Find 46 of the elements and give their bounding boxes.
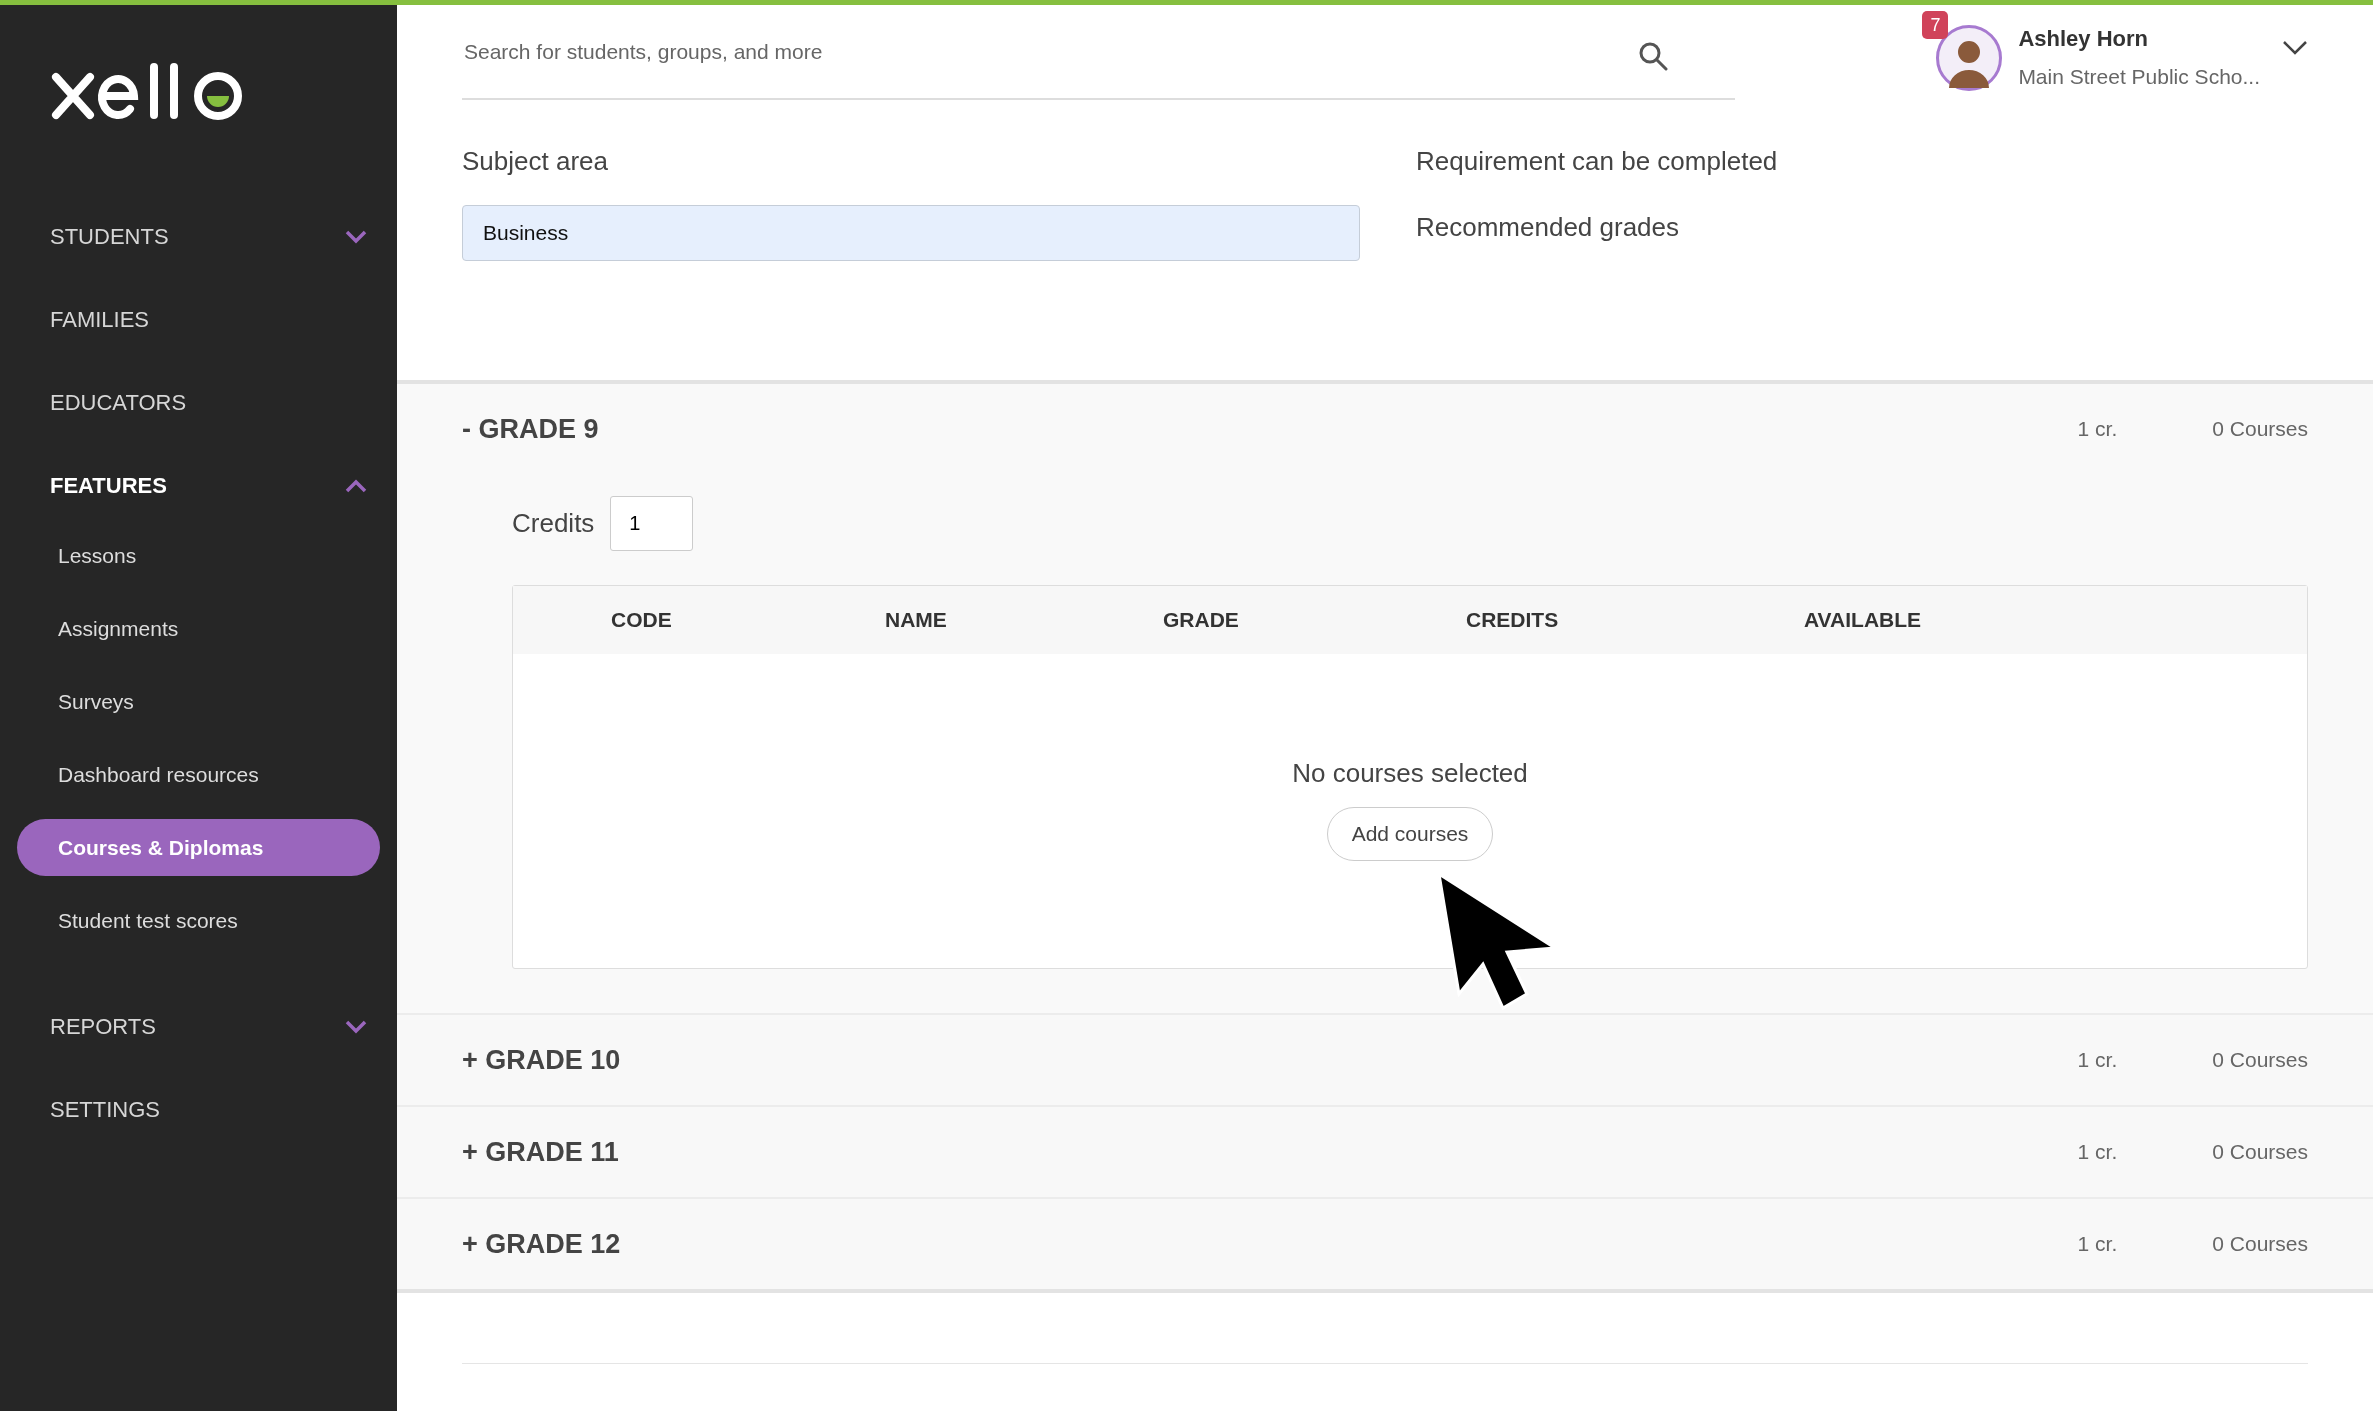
credits-label: Credits [512, 507, 595, 540]
credit-total: 1 cr. [2077, 416, 2118, 443]
credit-total: 1 cr. [2077, 1139, 2118, 1166]
field-label: Subject area [462, 145, 609, 178]
nav-subitem[interactable]: Dashboard resources [17, 746, 380, 803]
credit-total: 1 cr. [2077, 1047, 2118, 1074]
field-label: Requirement can be completed [1416, 145, 1778, 178]
column-header: CREDITS [1466, 607, 1560, 634]
search-icon[interactable] [1638, 41, 1668, 71]
nav-item[interactable]: FAMILIES [0, 278, 397, 361]
grade-toggle[interactable]: + GRADE 11 [462, 1131, 619, 1173]
column-header: GRADE [1163, 607, 1240, 634]
notification-badge[interactable]: 7 [1922, 10, 1949, 39]
grade-toggle[interactable]: - GRADE 9 [462, 408, 599, 450]
add-courses-button[interactable]: Add courses [1326, 807, 1494, 861]
chevron-down-icon [345, 1019, 367, 1034]
search-field[interactable]: Search for students, groups, and more [462, 5, 1735, 100]
nav-item[interactable]: SETTINGS [0, 1068, 397, 1151]
course-count: 0 Courses [2212, 416, 2308, 443]
column-header: CODE [611, 607, 673, 634]
chevron-down-icon [345, 229, 367, 244]
nav-subitem[interactable]: Student test scores [17, 892, 380, 949]
nav-item[interactable]: EDUCATORS [0, 361, 397, 444]
chevron-up-icon [345, 478, 367, 493]
subject-field[interactable]: Business [462, 205, 1360, 261]
credits-field[interactable]: 1 [610, 496, 694, 551]
course-count: 0 Courses [2212, 1139, 2308, 1166]
chevron-down-icon[interactable] [2282, 39, 2308, 56]
nav-subitem[interactable]: Surveys [17, 673, 380, 730]
course-count: 0 Courses [2212, 1047, 2308, 1074]
nav-item[interactable]: STUDENTS [0, 195, 397, 278]
grade-toggle[interactable]: + GRADE 12 [462, 1223, 621, 1265]
empty-message: No courses selected [1292, 757, 1528, 790]
nav-subitem[interactable]: Courses & Diplomas [17, 819, 380, 876]
nav-item[interactable]: REPORTS [0, 985, 397, 1068]
column-header: AVAILABLE [1804, 607, 1923, 634]
nav-subitem[interactable]: Assignments [17, 600, 380, 657]
credit-total: 1 cr. [2077, 1231, 2118, 1258]
school-name: Main Street Public Scho... [2018, 64, 2260, 91]
nav-subitem[interactable]: Lessons [17, 527, 380, 584]
course-count: 0 Courses [2212, 1231, 2308, 1258]
field-label: Recommended grades [1416, 211, 1681, 244]
user-name: Ashley Horn [2018, 25, 2149, 54]
grade-toggle[interactable]: + GRADE 10 [462, 1039, 621, 1081]
nav-item[interactable]: FEATURES [0, 444, 397, 527]
column-header: NAME [885, 607, 948, 634]
